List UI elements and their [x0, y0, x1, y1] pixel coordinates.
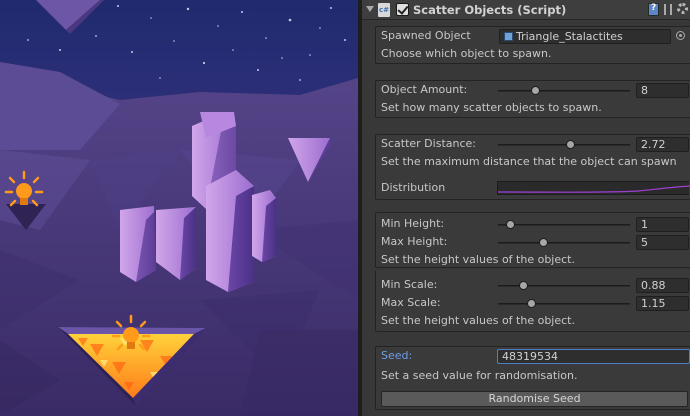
scatter-distance-label: Scatter Distance:: [381, 137, 476, 150]
spawned-object-label: Spawned Object: [381, 29, 471, 42]
seed-description: Set a seed value for randomisation.: [381, 369, 578, 382]
scene-render: [0, 0, 358, 416]
spawned-object-field[interactable]: Triangle_Stalactites: [499, 29, 671, 44]
preset-icon[interactable]: [664, 4, 672, 15]
object-amount-field[interactable]: 8: [636, 83, 689, 98]
distance-section: Scatter Distance: 2.72 Set the maximum d…: [375, 134, 690, 200]
seed-field[interactable]: 48319534: [497, 349, 690, 364]
scale-section: Min Scale: 0.88 Max Scale: 1.15 Set the …: [375, 270, 690, 332]
object-amount-slider[interactable]: [498, 90, 630, 92]
min-height-slider[interactable]: [498, 224, 630, 226]
seed-label: Seed:: [381, 349, 413, 362]
spawned-object-value: Triangle_Stalactites: [516, 30, 623, 43]
scatter-distance-slider[interactable]: [498, 144, 630, 146]
randomise-seed-button[interactable]: Randomise Seed: [381, 391, 688, 407]
max-scale-slider[interactable]: [498, 303, 630, 305]
object-picker-icon[interactable]: [676, 31, 685, 40]
prefab-icon: [504, 32, 513, 41]
min-scale-slider[interactable]: [498, 285, 630, 287]
distribution-curve: [497, 185, 690, 193]
foldout-arrow-icon[interactable]: [366, 6, 374, 12]
max-scale-field[interactable]: 1.15: [636, 296, 689, 311]
height-description: Set the height values of the object.: [381, 253, 575, 266]
distribution-label: Distribution: [381, 181, 446, 194]
max-scale-slider-thumb[interactable]: [527, 299, 537, 308]
distance-description: Set the maximum distance that the object…: [381, 155, 677, 168]
scale-description: Set the height values of the object.: [381, 314, 575, 327]
light-bulb-icon[interactable]: [4, 170, 44, 214]
min-scale-field[interactable]: 0.88: [636, 278, 689, 293]
seed-section: Seed: 48319534 Set a seed value for rand…: [375, 346, 690, 410]
component-enabled-checkbox[interactable]: [396, 3, 409, 16]
amount-description: Set how many scatter objects to spawn.: [381, 101, 602, 114]
amount-section: Object Amount: 8 Set how many scatter ob…: [375, 80, 690, 118]
light-bulb-icon[interactable]: [111, 314, 151, 358]
max-height-label: Max Height:: [381, 235, 448, 248]
object-amount-slider-thumb[interactable]: [531, 86, 541, 95]
distribution-curve-field[interactable]: [497, 181, 690, 195]
max-scale-label: Max Scale:: [381, 296, 441, 309]
scatter-distance-field[interactable]: 2.72: [636, 137, 689, 152]
object-amount-label: Object Amount:: [381, 83, 468, 96]
max-height-field[interactable]: 5: [636, 235, 689, 250]
component-header[interactable]: Scatter Objects (Script): [362, 0, 690, 20]
help-icon[interactable]: [648, 3, 659, 16]
spawn-description: Choose which object to spawn.: [381, 47, 552, 60]
max-height-slider-thumb[interactable]: [539, 238, 549, 247]
max-height-slider[interactable]: [498, 242, 630, 244]
spawn-section: Spawned Object Triangle_Stalactites Choo…: [375, 26, 690, 64]
min-height-slider-thumb[interactable]: [506, 220, 516, 229]
inspector-panel: Scatter Objects (Script) Spawned Object …: [362, 0, 690, 416]
height-section: Min Height: 1 Max Height: 5 Set the heig…: [375, 212, 690, 268]
min-height-field[interactable]: 1: [636, 217, 689, 232]
gear-icon[interactable]: [677, 3, 688, 14]
scene-view[interactable]: [0, 0, 358, 416]
script-icon: [378, 3, 390, 17]
scatter-distance-slider-thumb[interactable]: [565, 140, 575, 149]
min-scale-label: Min Scale:: [381, 278, 438, 291]
min-height-label: Min Height:: [381, 217, 445, 230]
component-title: Scatter Objects (Script): [413, 3, 567, 17]
min-scale-slider-thumb[interactable]: [519, 281, 529, 290]
